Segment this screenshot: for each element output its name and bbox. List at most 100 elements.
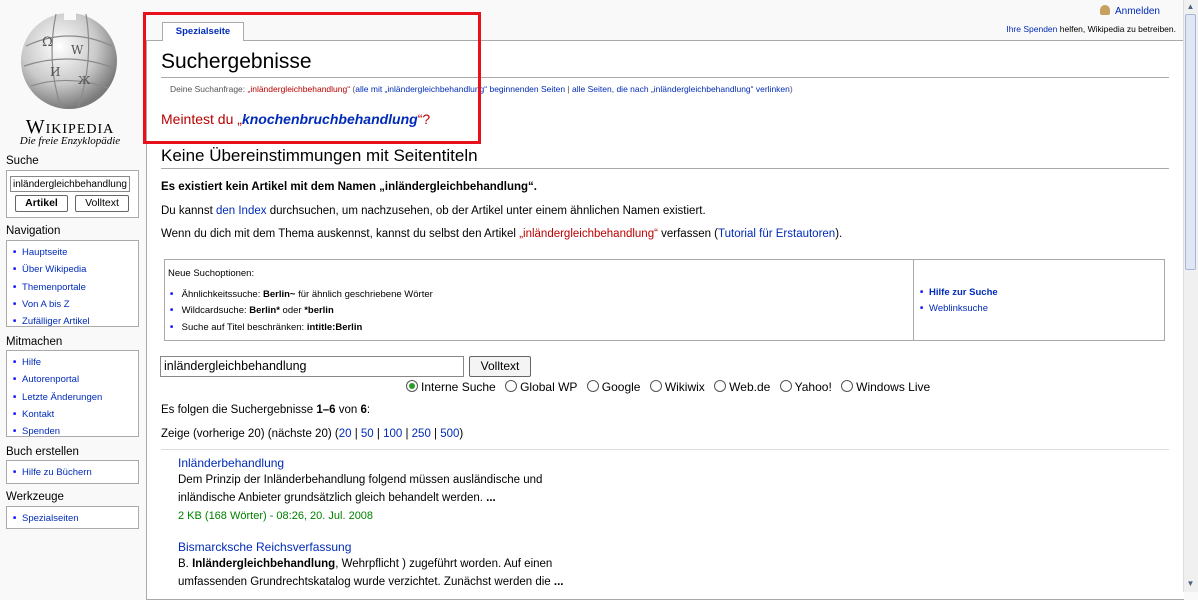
create-end: ). [835,228,843,240]
search-engine-selector: Interne Suche Global WP Google Wikiwix W… [406,380,936,394]
donate-text: helfen, Wikipedia zu betreiben. [1057,24,1176,34]
scrollbar-thumb[interactable] [1185,14,1196,270]
create-hint: Wenn du dich mit dem Thema auskennst, ka… [161,228,842,240]
option-similarity-label: Ähnlichkeitssuche: [181,289,263,300]
user-icon [1099,5,1110,15]
weblink-search-link[interactable]: Weblinksuche [920,303,988,314]
result-snippet-text: B. [178,558,193,570]
tutorial-link[interactable]: Tutorial für Erstautoren [718,228,835,240]
tools-portlet: Spezialseiten [6,506,139,529]
radio-icon [586,380,599,392]
radio-google[interactable]: Google [586,380,641,394]
option-similarity-desc: für ähnlich geschriebene Wörter [295,289,433,300]
option-intitle-label: Suche auf Titel beschränken: [181,322,307,333]
index-link[interactable]: den Index [216,205,267,217]
summary-range: 1–6 [316,404,336,416]
search-heading: Suche [6,155,39,167]
login-link[interactable]: Anmelden [1099,5,1160,17]
svg-text:Ω: Ω [42,35,53,50]
result-title-link[interactable]: Inländerbehandlung [178,456,284,470]
option-wildcard: Wildcardsuche: Berlin* oder *berlin [170,305,334,316]
radio-yahoo[interactable]: Yahoo! [779,380,832,394]
radio-google-label: Google [601,380,641,394]
sidebar-item-zufall[interactable]: Zufälliger Artikel [13,313,138,330]
radio-interne-suche[interactable]: Interne Suche [406,380,496,394]
sidebar-search-input[interactable]: inländergleichbehandlung [10,176,130,192]
radio-selected-icon [406,380,418,392]
radio-icon [505,380,518,392]
scroll-down-icon[interactable]: ▼ [1185,578,1196,590]
result-snippet-line: Dem Prinzip der Inländerbehandlung folge… [178,474,543,486]
navigation-portlet: Hauptseite Über Wikipedia Themenportale … [6,240,139,327]
result-ellipsis: ... [486,492,496,504]
result-snippet-line: B. Inländergleichbehandlung, Wehrpflicht… [178,558,552,570]
radio-icon [649,380,662,392]
result-title-link[interactable]: Bismarcksche Reichsverfassung [178,540,351,554]
option-intitle-example: intitle:Berlin [306,322,363,333]
create-article-link[interactable]: „inländergleichbehandlung“ [519,228,658,240]
sidebar-item-hauptseite[interactable]: Hauptseite [13,244,138,261]
article-button[interactable]: Artikel [15,195,68,212]
option-wildcard-mid: oder [279,305,305,316]
result-snippet-text: inländische Anbieter grundsätzlich gleic… [178,492,487,504]
option-wildcard-example2: *berlin [304,305,334,316]
donate-link[interactable]: Ihre Spenden [1006,24,1057,34]
result-snippet-text: umfassenden Grundrechtskatalog wurde ver… [178,576,554,588]
sidebar-item-a-bis-z[interactable]: Von A bis Z [13,296,138,313]
result-snippet-line: umfassenden Grundrechtskatalog wurde ver… [178,576,563,588]
results-summary: Es folgen die Suchergebnisse 1–6 von 6: [161,404,370,416]
book-heading: Buch erstellen [6,446,79,458]
create-pre: Wenn du dich mit dem Thema auskennst, ka… [161,228,520,240]
svg-text:И: И [50,65,60,79]
highlight-box [143,12,481,144]
search-input[interactable]: inländergleichbehandlung [160,356,464,377]
sidebar-item-hilfe-buecher[interactable]: Hilfe zu Büchern [13,464,138,481]
whatlinkshere-link[interactable]: alle Seiten, die nach „inländergleichbeh… [572,84,790,94]
radio-webde[interactable]: Web.de [714,380,770,394]
radio-icon [779,380,792,392]
page-size-20[interactable]: 20 [339,428,352,440]
page-size-250[interactable]: 250 [412,428,431,440]
section-divider [161,168,1169,169]
option-intitle: Suche auf Titel beschränken: intitle:Ber… [170,322,363,333]
summary-pre: Es folgen die Suchergebnisse [161,404,317,416]
search-help-link[interactable]: Hilfe zur Suche [920,287,998,298]
page-size-100[interactable]: 100 [383,428,402,440]
radio-global-wp[interactable]: Global WP [505,380,577,394]
index-post: durchsuchen, um nachzusehen, ob der Arti… [266,205,706,217]
sidebar-item-hilfe[interactable]: Hilfe [13,354,138,371]
sidebar-item-themenportale[interactable]: Themenportale [13,279,138,296]
scroll-up-icon[interactable]: ▲ [1185,1,1196,13]
sidebar-item-ueber[interactable]: Über Wikipedia [13,261,138,278]
fulltext-button[interactable]: Volltext [469,356,531,377]
tools-heading: Werkzeuge [6,491,64,503]
radio-windows-live[interactable]: Windows Live [841,380,930,394]
option-similarity: Ähnlichkeitssuche: Berlin~ für ähnlich g… [170,289,433,300]
summary-end: : [366,404,371,416]
book-portlet: Hilfe zu Büchern [6,460,139,484]
sidebar-item-letzte-aenderungen[interactable]: Letzte Änderungen [13,389,138,406]
paging-controls: Zeige (vorherige 20) (nächste 20) (20 | … [161,428,464,440]
wikipedia-logo[interactable]: Ω W И Ж Wikipedia Die freie Enzyklopädie [4,2,136,152]
paging-end: ) [459,428,464,440]
paging-pre: Zeige (vorherige 20) (nächste 20) ( [161,428,339,440]
summary-mid: von [335,404,361,416]
sidebar-item-spezialseiten[interactable]: Spezialseiten [13,510,138,527]
svg-text:Ж: Ж [78,74,91,87]
radio-icon [841,380,854,392]
no-article-message: Es existiert kein Artikel mit dem Namen … [161,181,537,193]
sidebar-item-kontakt[interactable]: Kontakt [13,406,138,423]
sidebar-fulltext-button[interactable]: Volltext [75,195,129,212]
page-size-50[interactable]: 50 [361,428,374,440]
globe-icon: Ω W И Ж [21,10,117,109]
sidebar-item-autorenportal[interactable]: Autorenportal [13,371,138,388]
radio-wikiwix[interactable]: Wikiwix [649,380,705,394]
sidebar-item-spenden[interactable]: Spenden [13,423,138,440]
option-similarity-example: Berlin~ [263,289,296,300]
index-hint: Du kannst den Index durchsuchen, um nach… [161,205,706,217]
radio-webde-label: Web.de [729,380,771,394]
radio-interne-suche-label: Interne Suche [421,380,496,394]
result-meta: 2 KB (168 Wörter) - 08:26, 20. Jul. 2008 [178,510,374,522]
page-size-500[interactable]: 500 [440,428,459,440]
navigation-heading: Navigation [6,225,61,237]
